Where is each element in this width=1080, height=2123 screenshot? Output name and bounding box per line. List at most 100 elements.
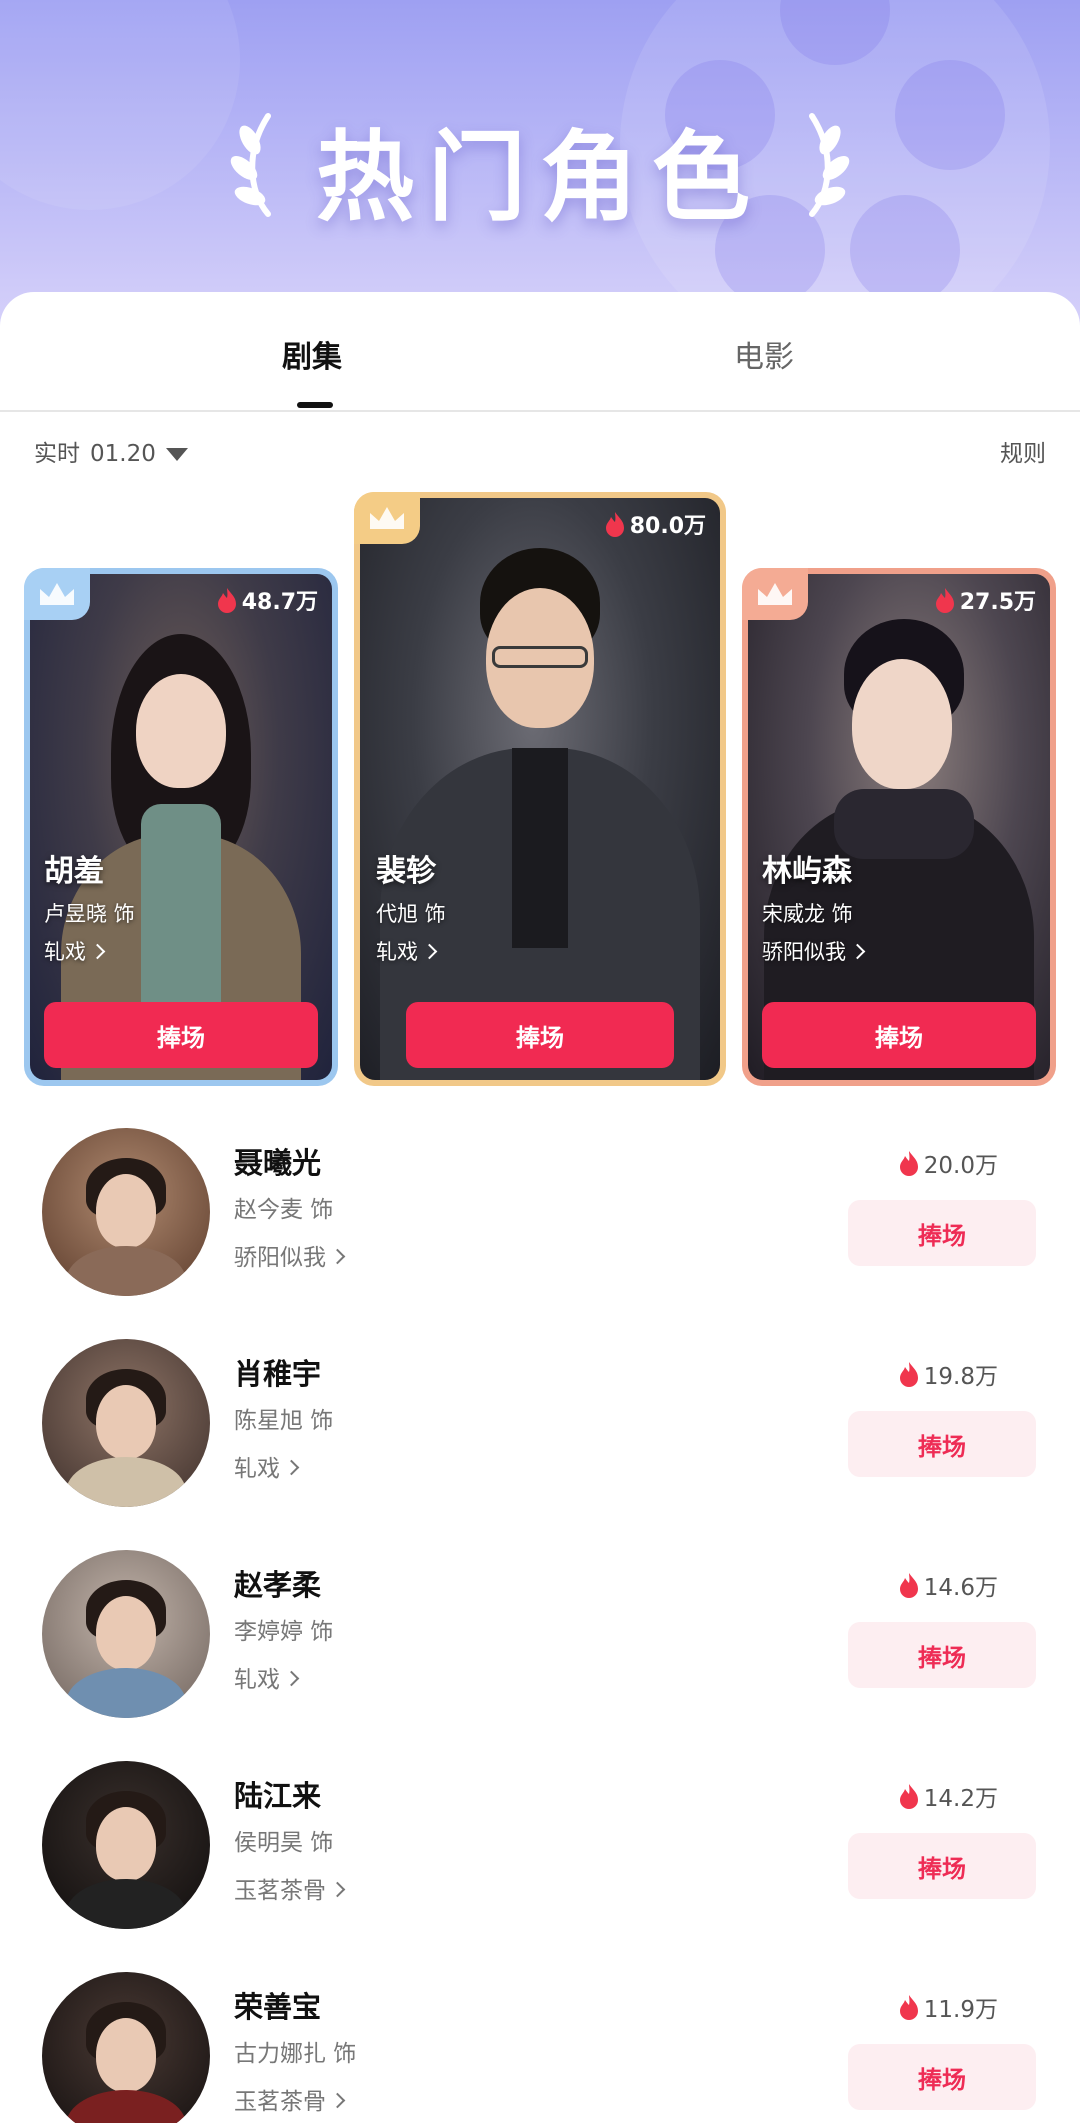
tab-series[interactable]: 剧集 — [282, 332, 342, 376]
chevron-right-icon — [283, 1459, 300, 1476]
list-item[interactable]: 荣善宝 古力娜扎 饰 玉茗茶骨 11.9万 捧场 — [0, 1972, 1080, 2123]
filter-mode-label: 实时 — [34, 441, 80, 467]
flame-icon — [899, 1995, 918, 2020]
heat-value: 14.2万 — [923, 1786, 998, 1812]
cheer-button[interactable]: 捧场 — [848, 2044, 1036, 2110]
heat-badge: 20.0万 — [899, 1146, 998, 1180]
avatar — [42, 1761, 210, 1929]
heat-badge: 19.8万 — [899, 1357, 998, 1391]
laurel-icon — [809, 113, 850, 217]
heat-badge: 80.0万 — [605, 508, 706, 540]
cheer-button[interactable]: 捧场 — [848, 1622, 1036, 1688]
actor-credit: 侯明昊 饰 — [234, 1830, 334, 1856]
show-title: 轧戏 — [376, 940, 418, 964]
date-filter[interactable]: 实时 01.20 — [34, 434, 188, 468]
character-name: 裴轸 — [376, 854, 436, 889]
heat-badge: 48.7万 — [217, 584, 318, 616]
show-link[interactable]: 玉茗茶骨 — [234, 2082, 346, 2116]
heat-value: 20.0万 — [923, 1153, 998, 1179]
character-photo — [360, 498, 720, 1080]
crown-icon — [24, 568, 90, 620]
crown-icon — [742, 568, 808, 620]
top-card-rank-3[interactable]: 27.5万 林屿森 宋威龙 饰 骄阳似我 捧场 — [742, 568, 1056, 1086]
character-name: 肖稚宇 — [234, 1357, 322, 1391]
flame-icon — [217, 588, 236, 613]
heat-badge: 27.5万 — [935, 584, 1036, 616]
show-link[interactable]: 玉茗茶骨 — [234, 1871, 346, 1905]
flame-icon — [899, 1784, 918, 1809]
heat-value: 48.7万 — [241, 590, 318, 615]
actor-credit: 李婷婷 饰 — [234, 1619, 334, 1645]
cheer-button[interactable]: 捧场 — [848, 1833, 1036, 1899]
show-title: 骄阳似我 — [234, 1245, 326, 1271]
heat-badge: 14.2万 — [899, 1779, 998, 1813]
character-name: 陆江来 — [234, 1779, 322, 1813]
page-title: 热门角色 — [315, 121, 764, 235]
tab-movies[interactable]: 电影 — [734, 332, 794, 376]
avatar — [42, 1339, 210, 1507]
character-name: 赵孝柔 — [234, 1568, 322, 1602]
cheer-button[interactable]: 捧场 — [762, 1002, 1036, 1068]
show-link[interactable]: 骄阳似我 — [762, 936, 866, 966]
show-link[interactable]: 轧戏 — [376, 936, 438, 966]
actor-credit: 宋威龙 饰 — [762, 902, 853, 926]
flame-icon — [899, 1362, 918, 1387]
actor-credit: 代旭 饰 — [376, 902, 446, 926]
cheer-button[interactable]: 捧场 — [848, 1200, 1036, 1266]
heat-value: 19.8万 — [923, 1364, 998, 1390]
caret-down-icon — [165, 448, 188, 461]
cheer-button[interactable]: 捧场 — [44, 1002, 318, 1068]
flame-icon — [935, 588, 954, 613]
flame-icon — [899, 1573, 918, 1598]
show-link[interactable]: 骄阳似我 — [234, 1238, 346, 1272]
flame-icon — [899, 1151, 918, 1176]
heat-value: 14.6万 — [923, 1575, 998, 1601]
cheer-button[interactable]: 捧场 — [406, 1002, 674, 1068]
crown-icon — [354, 492, 420, 544]
chevron-right-icon — [329, 2092, 346, 2109]
chevron-right-icon — [329, 1248, 346, 1265]
character-name: 林屿森 — [762, 854, 852, 889]
character-name: 聂曦光 — [234, 1146, 322, 1180]
show-link[interactable]: 轧戏 — [234, 1449, 300, 1483]
cheer-button[interactable]: 捧场 — [848, 1411, 1036, 1477]
list-item[interactable]: 赵孝柔 李婷婷 饰 轧戏 14.6万 捧场 — [0, 1550, 1080, 1720]
filter-row: 实时 01.20 规则 — [0, 420, 1080, 486]
chevron-right-icon — [421, 943, 438, 959]
avatar — [42, 1972, 210, 2123]
heat-value: 80.0万 — [629, 514, 706, 539]
show-link[interactable]: 轧戏 — [44, 936, 106, 966]
show-title: 玉茗茶骨 — [234, 2089, 326, 2115]
character-name: 荣善宝 — [234, 1990, 322, 2024]
list-item[interactable]: 陆江来 侯明昊 饰 玉茗茶骨 14.2万 捧场 — [0, 1761, 1080, 1931]
heat-value: 27.5万 — [959, 590, 1036, 615]
tab-active-indicator — [297, 402, 333, 408]
show-title: 骄阳似我 — [762, 940, 846, 964]
avatar — [42, 1550, 210, 1718]
flame-icon — [605, 512, 624, 537]
character-name: 胡羞 — [44, 854, 104, 889]
heat-badge: 14.6万 — [899, 1568, 998, 1602]
show-title: 玉茗茶骨 — [234, 1878, 326, 1904]
rules-link[interactable]: 规则 — [1000, 434, 1046, 468]
chevron-right-icon — [329, 1881, 346, 1898]
show-link[interactable]: 轧戏 — [234, 1660, 300, 1694]
show-title: 轧戏 — [234, 1667, 280, 1693]
actor-credit: 陈星旭 饰 — [234, 1408, 334, 1434]
tab-bar: 剧集 电影 — [0, 292, 1080, 412]
list-item[interactable]: 肖稚宇 陈星旭 饰 轧戏 19.8万 捧场 — [0, 1339, 1080, 1509]
show-title: 轧戏 — [234, 1456, 280, 1482]
top-card-rank-1[interactable]: 80.0万 裴轸 代旭 饰 轧戏 捧场 — [354, 492, 726, 1086]
actor-credit: 赵今麦 饰 — [234, 1197, 334, 1223]
avatar — [42, 1128, 210, 1296]
chevron-right-icon — [283, 1670, 300, 1687]
heat-badge: 11.9万 — [899, 1990, 998, 2024]
filter-date: 01.20 — [90, 441, 156, 467]
actor-credit: 卢昱晓 饰 — [44, 902, 135, 926]
chevron-right-icon — [849, 943, 866, 959]
top-card-rank-2[interactable]: 48.7万 胡羞 卢昱晓 饰 轧戏 捧场 — [24, 568, 338, 1086]
show-title: 轧戏 — [44, 940, 86, 964]
header-banner: 热门角色 — [0, 0, 1080, 330]
heat-value: 11.9万 — [923, 1997, 998, 2023]
list-item[interactable]: 聂曦光 赵今麦 饰 骄阳似我 20.0万 捧场 — [0, 1128, 1080, 1298]
